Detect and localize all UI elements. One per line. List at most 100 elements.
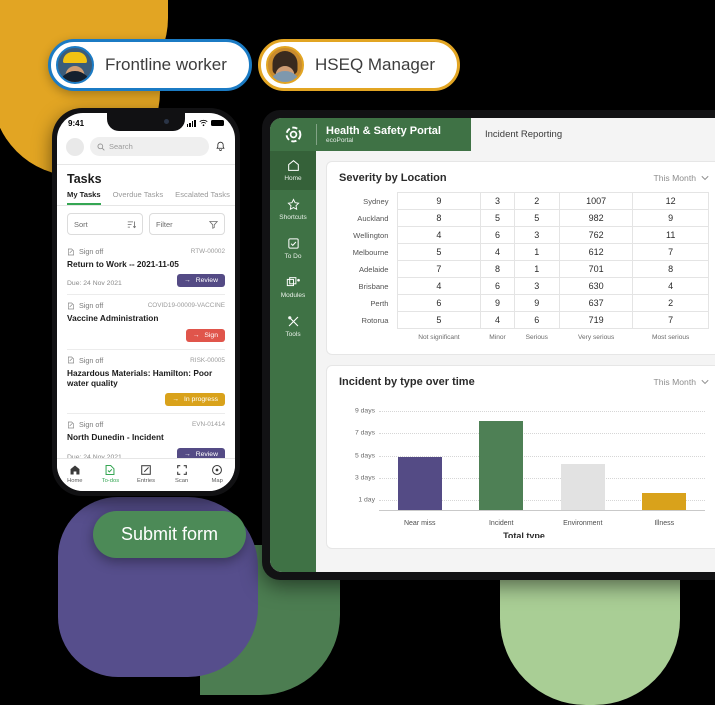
nav-label: Map — [211, 478, 223, 484]
cell: 7 — [632, 311, 709, 329]
bar-environment[interactable] — [560, 464, 605, 511]
task-meta: Sign off COVID19-00009-VACCINE — [67, 301, 225, 310]
task-reference: RISK-00005 — [190, 356, 225, 364]
search-input[interactable]: Search — [90, 137, 209, 156]
list-item[interactable]: Sign off RISK-00005 Hazardous Materials:… — [67, 350, 225, 415]
period-filter-dropdown[interactable]: This Month — [653, 377, 709, 387]
review-button[interactable]: → Review — [177, 274, 225, 288]
row-label: Brisbane — [358, 281, 389, 291]
section-title: Incident Reporting — [485, 129, 563, 140]
cell: 630 — [558, 277, 634, 295]
severity-table-body: Sydney 9 3 2 1007 12 Auckland 8 5 5 982 … — [339, 192, 709, 345]
cell: 612 — [558, 243, 634, 261]
tools-icon — [287, 316, 298, 327]
persona-pill-frontline-worker[interactable]: Frontline worker — [48, 39, 252, 91]
cell: 762 — [558, 226, 634, 244]
task-name: North Dunedin - Incident — [67, 432, 164, 443]
table-row: Perth 6 9 9 637 2 — [339, 294, 709, 312]
y-tick-label: 1 day — [358, 496, 375, 504]
task-reference: RTW-00002 — [190, 248, 225, 255]
review-button-label: Review — [195, 450, 218, 458]
row-label: Rotorua — [361, 315, 389, 325]
chevron-down-icon — [701, 175, 709, 181]
signal-icon — [186, 119, 196, 127]
task-type: Sign off — [67, 247, 103, 256]
cell: 701 — [558, 260, 634, 278]
sidebar-item-tools[interactable]: Tools — [270, 307, 316, 346]
bar-near-miss[interactable] — [397, 456, 442, 511]
sidebar-item-home[interactable]: Home — [270, 151, 316, 190]
task-reference: EVN-01414 — [191, 421, 225, 429]
sidebar-item-modules[interactable]: Modules — [270, 268, 316, 307]
tab-escalated-tasks[interactable]: Escalated Tasks — [175, 190, 230, 205]
cell: 1007 — [558, 192, 634, 210]
desktop-screen: Home Shortcuts To Do Modules Tools Healt… — [270, 118, 715, 572]
sign-button[interactable]: → Sign — [185, 328, 225, 342]
table-row: Wellington 4 6 3 762 11 — [339, 226, 709, 244]
row-label: Perth — [370, 298, 389, 308]
y-tick-label: 7 days — [354, 429, 375, 437]
task-meta: Sign off EVN-01414 — [67, 420, 225, 429]
cell: 6 — [480, 226, 515, 244]
list-item[interactable]: Sign off EVN-01414 North Dunedin - Incid… — [67, 414, 225, 458]
avatar[interactable] — [66, 137, 84, 156]
nav-item-home[interactable]: Home — [57, 464, 93, 484]
nav-item-map[interactable]: Map — [199, 464, 235, 484]
card-title: Severity by Location — [339, 172, 447, 184]
filter-button[interactable]: Filter — [149, 213, 225, 235]
home-icon — [287, 160, 299, 171]
sidebar-item-label: Shortcuts — [279, 214, 307, 221]
mobile-bottom-nav: Home To-dos Entries Scan Map — [57, 458, 235, 491]
cell: 3 — [513, 226, 560, 244]
sidebar-item-label: Modules — [280, 292, 306, 299]
in-progress-button[interactable]: → In progress — [165, 393, 225, 407]
mobile-screen: 9:41 Search Tasks My Tasks Overdue Tasks… — [57, 113, 235, 491]
cell: 6 — [396, 294, 482, 312]
review-button-label: Review — [195, 277, 218, 285]
task-footer: → Sign — [67, 328, 225, 342]
mobile-list-controls: Sort Filter — [57, 206, 235, 241]
tab-my-tasks[interactable]: My Tasks — [67, 190, 101, 205]
sidebar-item-todo[interactable]: To Do — [270, 229, 316, 268]
task-type: Sign off — [67, 356, 103, 365]
severity-table: Sydney 9 3 2 1007 12 Auckland 8 5 5 982 … — [339, 192, 709, 344]
cell: 982 — [558, 209, 634, 227]
battery-icon — [211, 119, 224, 127]
nav-item-scan[interactable]: Scan — [164, 464, 200, 484]
card-header: Incident by type over time This Month — [339, 376, 709, 388]
x-tick-label: Illness — [654, 520, 675, 527]
row-label-spacer — [339, 329, 397, 345]
task-list[interactable]: Sign off RTW-00002 Return to Work -- 202… — [57, 241, 235, 458]
notifications-bell-icon[interactable] — [215, 141, 226, 152]
list-item[interactable]: Sign off COVID19-00009-VACCINE Vaccine A… — [67, 295, 225, 350]
cell: 3 — [480, 192, 515, 210]
sidebar-item-shortcuts[interactable]: Shortcuts — [270, 190, 316, 229]
period-filter-label: This Month — [653, 377, 696, 387]
bar-incident[interactable] — [479, 421, 524, 511]
review-button[interactable]: → Review — [177, 447, 225, 458]
table-row: Auckland 8 5 5 982 9 — [339, 209, 709, 227]
severity-by-location-card: Severity by Location This Month Sydney 9… — [326, 161, 715, 355]
bar-illness[interactable] — [642, 493, 687, 511]
map-icon — [212, 465, 223, 475]
x-tick-label: Incident — [488, 520, 514, 527]
tab-overdue-tasks[interactable]: Overdue Tasks — [113, 190, 164, 205]
sort-button[interactable]: Sort — [67, 213, 143, 235]
submit-form-button[interactable]: Submit form — [93, 511, 247, 558]
table-row: Adelaide 7 8 1 701 8 — [339, 260, 709, 278]
persona-pill-hseq-manager[interactable]: HSEQ Manager — [258, 39, 460, 91]
cell: 5 — [513, 209, 560, 227]
cell: 4 — [396, 277, 482, 295]
x-tick-label: Near miss — [403, 520, 436, 527]
card-header: Severity by Location This Month — [339, 172, 709, 184]
dashboard-body: Severity by Location This Month Sydney 9… — [316, 151, 715, 572]
nav-item-entries[interactable]: Entries — [128, 464, 164, 484]
brand-title: Health & Safety Portal — [326, 124, 441, 137]
task-meta: Sign off RTW-00002 — [67, 247, 225, 256]
task-due-date: Due: 24 Nov 2021 — [67, 280, 122, 288]
nav-item-todos[interactable]: To-dos — [93, 464, 129, 484]
sign-off-icon — [68, 421, 74, 429]
period-filter-dropdown[interactable]: This Month — [653, 173, 709, 183]
list-item[interactable]: Sign off RTW-00002 Return to Work -- 202… — [67, 241, 225, 296]
x-axis — [379, 510, 705, 511]
